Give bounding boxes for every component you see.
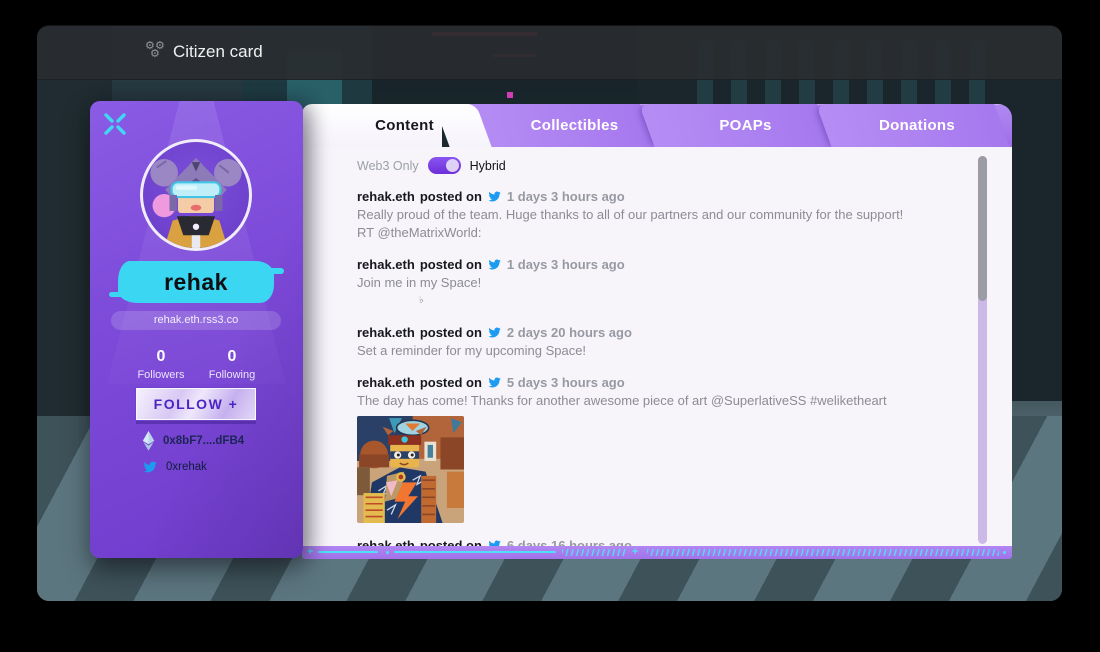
deco-dot: [1003, 551, 1006, 554]
feed-post: rehak.eth posted on 1 days 3 hours ago J…: [357, 255, 1012, 310]
post-timestamp: 1 days 3 hours ago: [507, 257, 625, 272]
post-author: rehak.eth: [357, 538, 415, 547]
deco-dot: [386, 551, 389, 554]
post-header: rehak.eth posted on 5 days 3 hours ago: [357, 373, 1012, 391]
plus-mark-icon: [632, 546, 638, 559]
nft-artwork: [357, 416, 464, 523]
post-author: rehak.eth: [357, 325, 415, 340]
twitter-handle-row[interactable]: 0xrehak: [142, 458, 207, 476]
post-text-line: ♭: [357, 292, 1012, 310]
post-action-label: posted on: [420, 325, 482, 340]
post-body: Set a reminder for my upcoming Space!: [357, 342, 1012, 360]
tab-content-label[interactable]: Content: [317, 104, 492, 147]
ethereum-icon: [142, 431, 155, 451]
post-timestamp: 6 days 16 hours ago: [507, 538, 632, 547]
feed-post: rehak.eth posted on 5 days 3 hours ago T…: [357, 373, 1012, 523]
tab-bar: Content Collectibles POAPs Donations: [302, 104, 1012, 147]
following-count: 0: [189, 348, 275, 366]
name-brush-stroke: rehak: [118, 261, 274, 303]
scene-neon-light: [507, 92, 513, 98]
post-action-label: posted on: [420, 375, 482, 390]
following-label: Following: [189, 369, 275, 381]
deco-line: [318, 551, 378, 553]
post-header: rehak.eth posted on 6 days 16 hours ago: [357, 536, 1012, 546]
post-body: Join me in my Space!♭: [357, 274, 1012, 310]
feed-post: rehak.eth posted on 6 days 16 hours ago: [357, 536, 1012, 546]
post-header: rehak.eth posted on 1 days 3 hours ago: [357, 187, 1012, 205]
deco-line: [394, 551, 556, 553]
wallet-address: 0x8bF7....dFB4: [163, 435, 244, 447]
feed-filter-row: Web3 Only Hybrid: [357, 157, 1012, 174]
post-body: Really proud of the team. Huge thanks to…: [357, 206, 1012, 242]
post-header: rehak.eth posted on 1 days 3 hours ago: [357, 255, 1012, 273]
post-text-line: Set a reminder for my upcoming Space!: [357, 342, 1012, 360]
avatar-character-art: [143, 142, 249, 248]
post-timestamp: 5 days 3 hours ago: [507, 375, 625, 390]
post-body: The day has come! Thanks for another awe…: [357, 392, 1012, 410]
tab-collectibles-label[interactable]: Collectibles: [486, 104, 663, 147]
twitter-handle: 0xrehak: [166, 461, 207, 473]
twitter-icon: [487, 258, 502, 271]
web3-only-label: Web3 Only: [357, 159, 419, 173]
tab-poaps-label[interactable]: POAPs: [657, 104, 834, 147]
twitter-icon: [142, 460, 158, 474]
scrollbar-track: [978, 156, 987, 544]
feed-post: rehak.eth posted on 1 days 3 hours ago R…: [357, 187, 1012, 242]
deco-hatch: [647, 549, 999, 556]
hybrid-label: Hybrid: [470, 159, 506, 173]
content-panel: Content Collectibles POAPs Donations Web…: [302, 104, 1012, 559]
post-timestamp: 2 days 20 hours ago: [507, 325, 632, 340]
post-text-line: The day has come! Thanks for another awe…: [357, 392, 1012, 410]
twitter-icon: [487, 190, 502, 203]
twitter-icon: [487, 376, 502, 389]
feed-scroll-area: Web3 Only Hybrid rehak.eth posted on 1 d…: [302, 147, 1012, 546]
post-author: rehak.eth: [357, 189, 415, 204]
rns-address-pill[interactable]: rehak.eth.rss3.co: [111, 311, 281, 330]
post-text-line: Join me in my Space!: [357, 274, 1012, 292]
feed-post: rehak.eth posted on 2 days 20 hours ago …: [357, 323, 1012, 360]
feed-list: Web3 Only Hybrid rehak.eth posted on 1 d…: [357, 157, 1012, 546]
toggle-knob: [446, 159, 459, 172]
game-window: ⚙⚙⚙ Citizen card: [37, 25, 1062, 601]
post-timestamp: 1 days 3 hours ago: [507, 189, 625, 204]
following-stat: 0 Following: [189, 348, 275, 381]
screenshot-stage: ⚙⚙⚙ Citizen card: [0, 0, 1100, 652]
post-text-line: Really proud of the team. Huge thanks to…: [357, 206, 1012, 224]
plus-mark-icon: [307, 546, 313, 559]
twitter-icon: [487, 326, 502, 339]
citizen-profile-panel: rehak rehak.eth.rss3.co 0 Followers 0 Fo…: [90, 101, 303, 558]
close-icon[interactable]: [102, 111, 128, 137]
post-attachment-image[interactable]: [357, 416, 464, 523]
post-action-label: posted on: [420, 189, 482, 204]
post-author: rehak.eth: [357, 375, 415, 390]
post-author: rehak.eth: [357, 257, 415, 272]
follow-button[interactable]: FOLLOW +: [136, 388, 256, 420]
avatar[interactable]: [140, 139, 252, 251]
window-title: Citizen card: [173, 42, 263, 62]
deco-hatch: [562, 549, 627, 556]
wallet-address-row[interactable]: 0x8bF7....dFB4: [142, 432, 244, 450]
title-bar: ⚙⚙⚙ Citizen card: [37, 26, 1062, 80]
gears-cluster-icon: ⚙⚙⚙: [145, 41, 169, 63]
post-action-label: posted on: [420, 257, 482, 272]
panel-bottom-deco-bar: [302, 546, 1012, 559]
scrollbar-thumb[interactable]: [978, 156, 987, 301]
tab-donations-label[interactable]: Donations: [829, 104, 1005, 147]
twitter-icon: [487, 539, 502, 547]
post-text-line: RT @theMatrixWorld:: [357, 224, 1012, 242]
post-header: rehak.eth posted on 2 days 20 hours ago: [357, 323, 1012, 341]
post-action-label: posted on: [420, 538, 482, 547]
hybrid-toggle[interactable]: [428, 157, 461, 174]
citizen-name: rehak: [164, 269, 228, 296]
